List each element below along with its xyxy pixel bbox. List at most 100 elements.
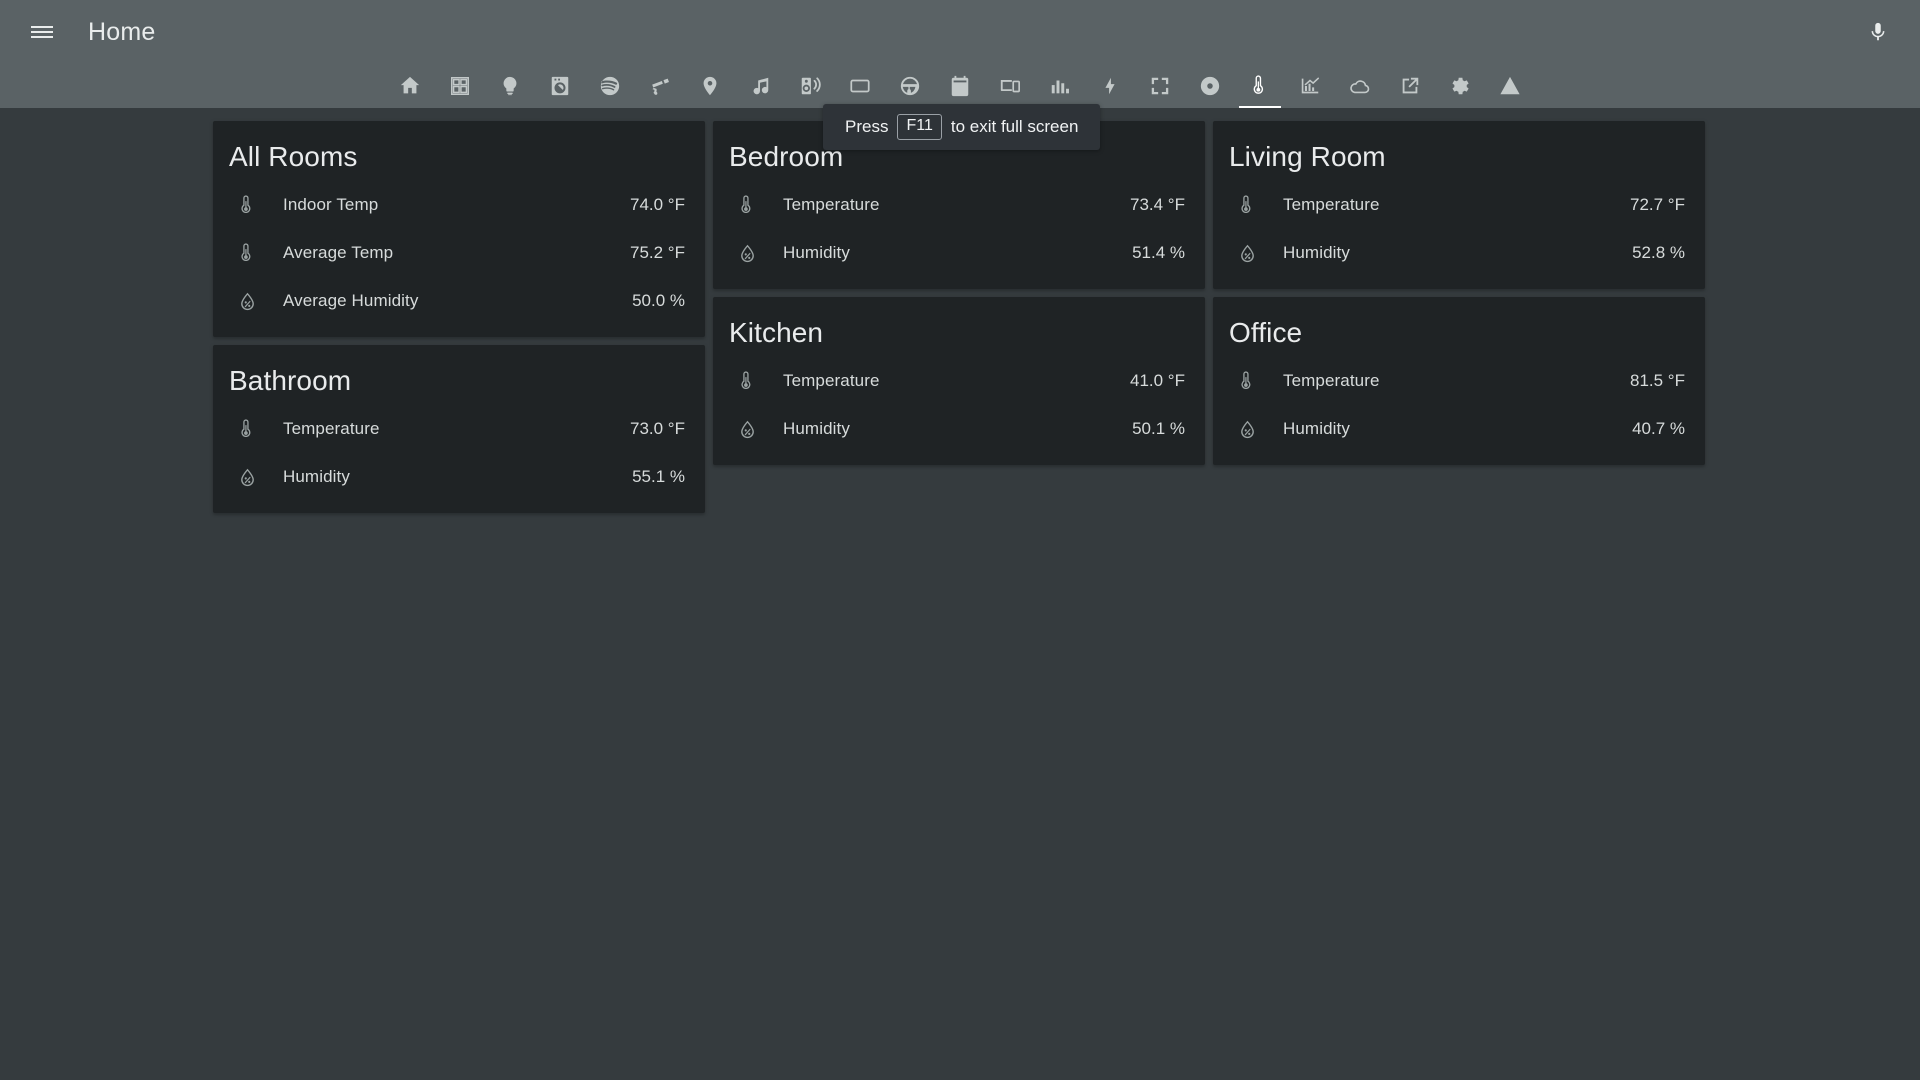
entity-value: 40.7 %: [1632, 419, 1685, 438]
devices-icon: [1000, 80, 1020, 93]
entities-card: All Rooms Indoor Temp 74.0 °F Average Temp 7…: [213, 121, 705, 337]
humidity-icon[interactable]: [227, 291, 267, 312]
thermometer-icon: [1240, 370, 1250, 389]
washing-machine-icon: [551, 76, 569, 96]
open-in-new-icon: [1402, 77, 1419, 94]
tab-weather-cloudy[interactable]: [1335, 64, 1385, 108]
entity-rows: Temperature 41.0 °F Humidity 50.1 %: [713, 357, 1205, 457]
entity-row[interactable]: Temperature 81.5 °F: [1227, 357, 1691, 405]
toast-key-f11: F11: [897, 114, 942, 140]
entity-value: 74.0 °F: [630, 195, 685, 214]
entity-value: 52.8 %: [1632, 243, 1685, 262]
tab-lightning-bolt[interactable]: [1085, 64, 1135, 108]
thermometer-icon[interactable]: [227, 242, 267, 264]
entity-row[interactable]: Humidity 40.7 %: [1227, 405, 1691, 453]
menu-bar-3: [31, 36, 53, 38]
thermometer-icon[interactable]: [227, 418, 267, 440]
entity-row[interactable]: Temperature 41.0 °F: [727, 357, 1191, 405]
entity-row[interactable]: Average Humidity 50.0 %: [227, 277, 691, 325]
entities-card: Office Temperature 81.5 °F Humidity 40.7 %: [1213, 297, 1705, 465]
entity-row[interactable]: Humidity 52.8 %: [1227, 229, 1691, 277]
television-icon: [850, 79, 870, 93]
cctv-camera-icon: [652, 78, 669, 95]
thermometer-icon: [240, 194, 250, 213]
humidity-icon[interactable]: [727, 419, 767, 440]
entity-name: Temperature: [783, 371, 880, 390]
thermometer-icon[interactable]: [1227, 370, 1267, 392]
thermometer-icon[interactable]: [727, 370, 767, 392]
entity-row[interactable]: Humidity 50.1 %: [727, 405, 1191, 453]
thermometer-icon: [240, 418, 250, 437]
entity-value: 73.0 °F: [630, 419, 685, 438]
tab-alert[interactable]: [1485, 64, 1535, 108]
entity-row[interactable]: Indoor Temp 74.0 °F: [227, 181, 691, 229]
humidity-icon[interactable]: [727, 243, 767, 264]
entity-rows: Temperature 73.4 °F Humidity 51.4 %: [713, 181, 1205, 281]
tab-spotify[interactable]: [585, 64, 635, 108]
entity-name: Temperature: [1283, 195, 1380, 214]
tab-television[interactable]: [835, 64, 885, 108]
thermometer-icon: [740, 370, 750, 389]
tab-bar: Press F11 to exit full screen: [0, 64, 1920, 150]
calendar-clock-icon: [951, 75, 969, 97]
tab-home[interactable]: [385, 64, 435, 108]
entity-name: Humidity: [283, 467, 350, 486]
album-icon: [1200, 76, 1220, 96]
tab-view-dashboard[interactable]: [435, 64, 485, 108]
entity-row[interactable]: Temperature 73.0 °F: [227, 405, 691, 453]
thermometer-icon[interactable]: [227, 194, 267, 216]
card-column: All Rooms Indoor Temp 74.0 °F Average Temp 7…: [213, 121, 705, 513]
humidity-icon: [1240, 420, 1254, 438]
entity-rows: Indoor Temp 74.0 °F Average Temp 75.2 °F Ave…: [213, 181, 705, 329]
tab-fullscreen[interactable]: [1135, 64, 1185, 108]
hamburger-menu-icon[interactable]: [18, 8, 66, 56]
entity-row[interactable]: Humidity 55.1 %: [227, 453, 691, 501]
weather-cloudy-icon: [1350, 80, 1370, 94]
tab-chart-histogram[interactable]: [1285, 64, 1335, 108]
thermometer-icon: [1253, 75, 1264, 94]
entity-row[interactable]: Average Temp 75.2 °F: [227, 229, 691, 277]
card-title: Bathroom: [229, 365, 352, 396]
menu-bar-2: [31, 31, 53, 33]
tab-music-note[interactable]: [735, 64, 785, 108]
thermometer-icon: [240, 242, 250, 261]
entity-row[interactable]: Humidity 51.4 %: [727, 229, 1191, 277]
card-columns: All Rooms Indoor Temp 74.0 °F Average Temp 7…: [0, 121, 1920, 513]
map-marker-icon: [703, 76, 717, 96]
card-title: Office: [1229, 317, 1303, 348]
entity-name: Temperature: [1283, 371, 1380, 390]
entity-row[interactable]: Temperature 72.7 °F: [1227, 181, 1691, 229]
tab-chart-bar[interactable]: [1035, 64, 1085, 108]
tab-speaker-wireless[interactable]: [785, 64, 835, 108]
tab-cog[interactable]: [1435, 64, 1485, 108]
tab-thermometer[interactable]: [1235, 64, 1285, 108]
entity-name: Average Humidity: [283, 291, 419, 310]
tab-map-marker[interactable]: [685, 64, 735, 108]
entities-card: Living Room Temperature 72.7 °F Humidity 52.…: [1213, 121, 1705, 289]
thermometer-icon[interactable]: [1227, 194, 1267, 216]
tab-calendar-clock[interactable]: [935, 64, 985, 108]
dashboard-view: All Rooms Indoor Temp 74.0 °F Average Temp 7…: [0, 108, 1920, 1080]
entity-row[interactable]: Temperature 73.4 °F: [727, 181, 1191, 229]
tab-lightbulb[interactable]: [485, 64, 535, 108]
humidity-icon: [240, 292, 254, 310]
tab-devices[interactable]: [985, 64, 1035, 108]
tab-album[interactable]: [1185, 64, 1235, 108]
tab-cctv-camera[interactable]: [635, 64, 685, 108]
thermometer-icon[interactable]: [727, 194, 767, 216]
entity-value: 81.5 °F: [1630, 371, 1685, 390]
humidity-icon: [240, 468, 254, 486]
tab-washing-machine[interactable]: [535, 64, 585, 108]
microphone-icon[interactable]: [1854, 8, 1902, 56]
humidity-icon[interactable]: [1227, 419, 1267, 440]
card-title: All Rooms: [229, 141, 358, 172]
fullscreen-icon: [1151, 77, 1169, 95]
alert-icon: [1500, 76, 1520, 95]
tab-open-in-new[interactable]: [1385, 64, 1435, 108]
tab-steering-wheel[interactable]: [885, 64, 935, 108]
humidity-icon[interactable]: [227, 467, 267, 488]
tab-list: [385, 64, 1535, 108]
entity-value: 73.4 °F: [1130, 195, 1185, 214]
entity-name: Humidity: [783, 243, 850, 262]
humidity-icon[interactable]: [1227, 243, 1267, 264]
